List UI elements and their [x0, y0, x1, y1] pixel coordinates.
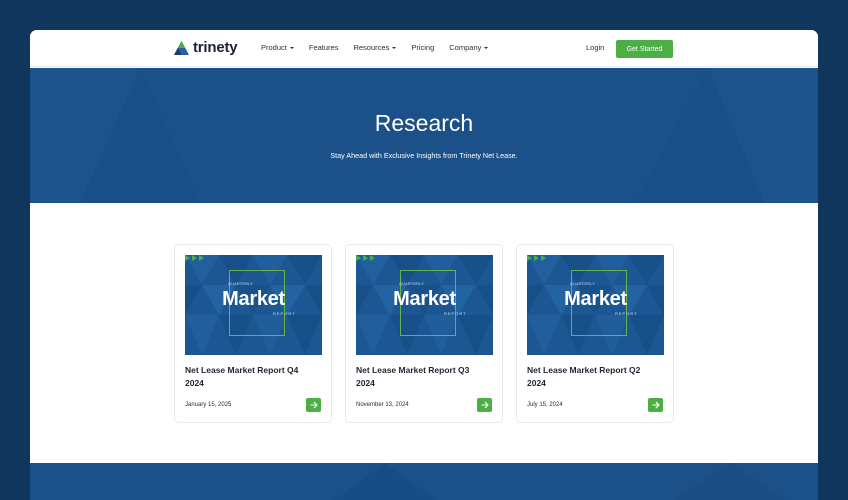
- hero-banner: Research Stay Ahead with Exclusive Insig…: [30, 68, 818, 203]
- nav-item-label: Company: [449, 43, 482, 52]
- nav-item-product[interactable]: Product: [261, 43, 294, 53]
- open-report-button[interactable]: [306, 398, 321, 412]
- page-subtitle: Stay Ahead with Exclusive Insights from …: [330, 151, 518, 160]
- report-thumbnail: QUARTERLY Market REPORT: [527, 255, 664, 355]
- open-report-button[interactable]: [648, 398, 663, 412]
- report-title[interactable]: Net Lease Market Report Q4 2024: [185, 364, 315, 390]
- nav-item-label: Pricing: [411, 43, 435, 52]
- play-arrows-icon: [356, 255, 375, 261]
- trinety-logo-icon: [174, 41, 189, 55]
- arrow-right-icon: [651, 401, 660, 409]
- nav-item-label: Resources: [353, 43, 390, 52]
- arrow-right-icon: [480, 401, 489, 409]
- thumbnail-kicker: QUARTERLY: [399, 282, 425, 286]
- caret-down-icon: [392, 47, 397, 49]
- arrow-right-icon: [309, 401, 318, 409]
- thumbnail-kicker: QUARTERLY: [228, 282, 254, 286]
- thumbnail-tag: REPORT: [615, 311, 638, 316]
- report-card[interactable]: QUARTERLY Market REPORT Net Lease Market…: [174, 244, 332, 423]
- nav-item-features[interactable]: Features: [309, 43, 339, 53]
- main-nav: Product Features Resources Pricing Compa…: [261, 43, 503, 53]
- report-card[interactable]: QUARTERLY Market REPORT Net Lease Market…: [345, 244, 503, 423]
- brand-name: trinety: [193, 39, 238, 56]
- site-header: trinety Product Features Resources Prici…: [30, 30, 818, 67]
- page-title: Research: [374, 110, 474, 136]
- play-arrows-icon: [185, 255, 204, 261]
- report-date: January 15, 2025: [185, 402, 232, 408]
- footer-section: [30, 463, 818, 500]
- report-title[interactable]: Net Lease Market Report Q3 2024: [356, 364, 486, 390]
- report-thumbnail: QUARTERLY Market REPORT: [185, 255, 322, 355]
- thumbnail-headline: Market: [222, 288, 285, 310]
- login-link[interactable]: Login: [586, 43, 604, 53]
- thumbnail-tag: REPORT: [444, 311, 467, 316]
- nav-item-company[interactable]: Company: [449, 43, 489, 53]
- caret-down-icon: [289, 47, 294, 49]
- nav-item-pricing[interactable]: Pricing: [411, 43, 434, 53]
- thumbnail-tag: REPORT: [273, 311, 296, 316]
- play-arrows-icon: [527, 255, 546, 261]
- thumbnail-headline: Market: [393, 288, 456, 310]
- report-date: July 15, 2024: [527, 402, 563, 408]
- nav-item-resources[interactable]: Resources: [353, 43, 397, 53]
- get-started-button[interactable]: Get Started: [616, 40, 673, 58]
- footer-background-shapes: [334, 463, 786, 500]
- report-thumbnail: QUARTERLY Market REPORT: [356, 255, 493, 355]
- open-report-button[interactable]: [477, 398, 492, 412]
- browser-page: trinety Product Features Resources Prici…: [30, 30, 818, 500]
- thumbnail-headline: Market: [564, 288, 627, 310]
- nav-item-label: Features: [308, 43, 339, 52]
- caret-down-icon: [484, 47, 489, 49]
- report-title[interactable]: Net Lease Market Report Q2 2024: [527, 364, 657, 390]
- report-card[interactable]: QUARTERLY Market REPORT Net Lease Market…: [516, 244, 674, 423]
- thumbnail-kicker: QUARTERLY: [570, 282, 596, 286]
- nav-item-label: Product: [261, 43, 287, 52]
- brand-logo[interactable]: trinety: [174, 39, 238, 56]
- report-date: November 13, 2024: [356, 402, 409, 408]
